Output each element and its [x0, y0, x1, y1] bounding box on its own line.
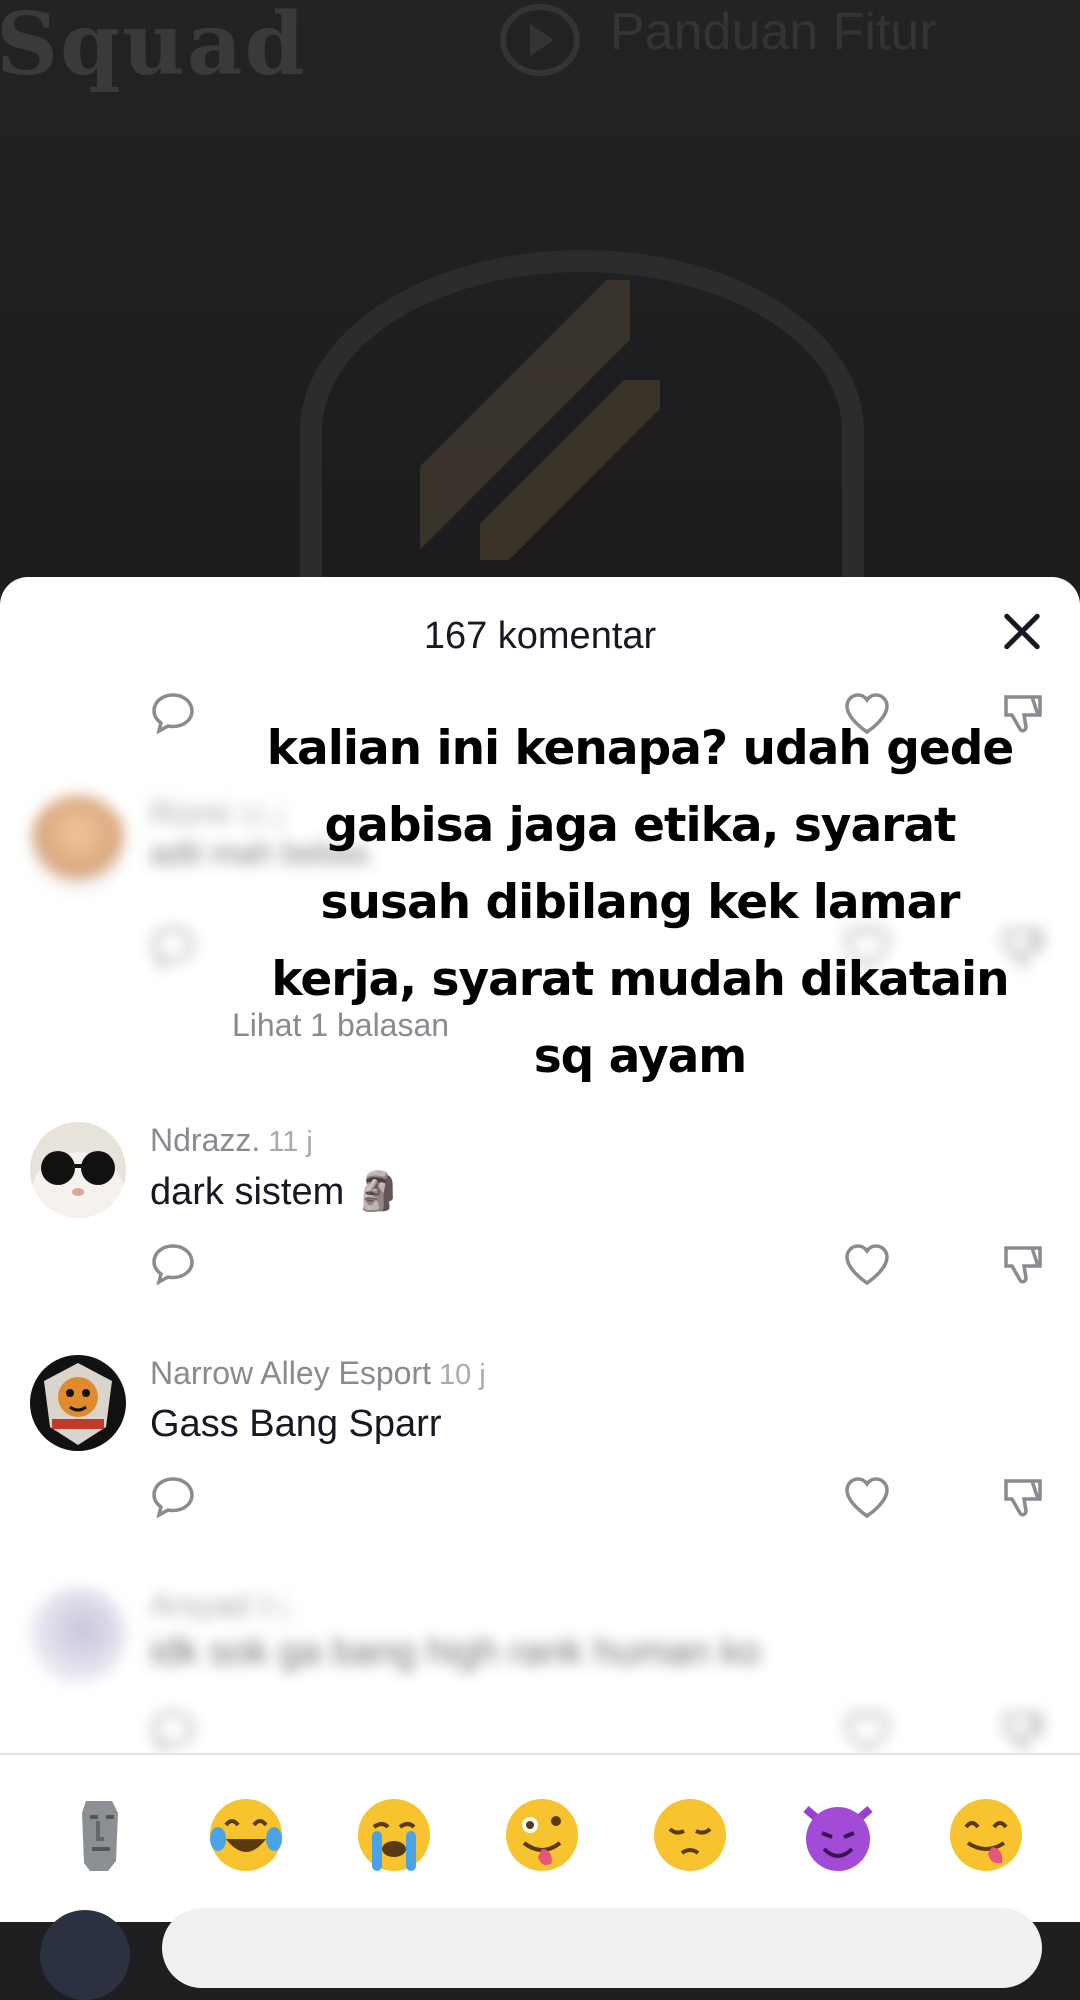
dislike-icon[interactable]: [998, 1473, 1048, 1521]
caption-overlay: kalian ini kenapa? udah gede gabisa jaga…: [266, 721, 1015, 1084]
lightning-icon-lower: [480, 380, 660, 560]
comment-meta: Arsyad 9 j: [150, 1587, 288, 1624]
avatar[interactable]: [30, 795, 126, 891]
dislike-icon[interactable]: [998, 1707, 1048, 1755]
pensive-face-emoji[interactable]: [650, 1795, 730, 1875]
sheet-header: 167 komentar: [0, 577, 1080, 677]
comment-time: 11 j: [268, 1126, 313, 1158]
comment-username[interactable]: Ndrazz.: [150, 1122, 260, 1158]
avatar[interactable]: [30, 1587, 126, 1683]
heart-icon[interactable]: [842, 1240, 892, 1288]
comment-time: 10 j: [438, 1359, 486, 1391]
reply-icon[interactable]: [148, 1473, 198, 1521]
reply-icon[interactable]: [148, 1240, 198, 1288]
emoji-quick-bar: [0, 1753, 1080, 1922]
smiling-devil-emoji[interactable]: [798, 1795, 878, 1875]
comment-text: dark sistem 🗿: [150, 1171, 403, 1213]
play-circle-icon: [500, 4, 580, 76]
comment-username[interactable]: Rizmi: [150, 795, 230, 831]
savoring-food-emoji[interactable]: [946, 1795, 1026, 1875]
moai-emoji[interactable]: [60, 1795, 140, 1875]
comment-actions: [0, 1473, 1080, 1523]
zany-face-emoji[interactable]: [502, 1795, 582, 1875]
comment-count-title: 167 komentar: [423, 615, 657, 657]
comment-item: Ndrazz. 11 j dark sistem 🗿: [0, 1122, 1080, 1292]
comment-username[interactable]: Arsyad: [150, 1587, 250, 1623]
loudly-crying-emoji[interactable]: [354, 1795, 434, 1875]
comment-actions: [0, 1240, 1080, 1290]
comment-time: 9 j: [257, 1591, 289, 1623]
reply-icon[interactable]: [148, 923, 198, 971]
comment-meta: Ndrazz. 11 j: [150, 1122, 313, 1159]
close-icon[interactable]: [1000, 609, 1044, 653]
comment-input-row: [0, 1900, 1080, 2000]
comment-actions: [0, 1707, 1080, 1757]
heart-icon[interactable]: [842, 1473, 892, 1521]
comment-item: Arsyad 9 j idk sok ga bang high rank huma…: [0, 1587, 1080, 1757]
comment-item: Narrow Alley Esport 10 j Gass Bang Sparr: [0, 1355, 1080, 1525]
comment-meta: Narrow Alley Esport 10 j: [150, 1355, 486, 1392]
heart-icon[interactable]: [842, 1707, 892, 1755]
comment-username[interactable]: Narrow Alley Esport: [150, 1355, 431, 1391]
avatar[interactable]: [30, 1122, 126, 1218]
avatar[interactable]: [30, 1355, 126, 1451]
dislike-icon[interactable]: [998, 1240, 1048, 1288]
reply-icon[interactable]: [148, 1707, 198, 1755]
comment-text: idk sok ga bang high rank human ko: [150, 1631, 761, 1673]
reply-icon[interactable]: [148, 689, 198, 737]
tears-of-joy-emoji[interactable]: [206, 1795, 286, 1875]
video-background: Squad Panduan Fitur: [0, 0, 1080, 590]
background-brand-text: Squad: [0, 0, 307, 95]
comment-input[interactable]: [162, 1908, 1042, 1988]
comment-text: Gass Bang Sparr: [150, 1403, 442, 1445]
background-guide-text: Panduan Fitur: [610, 3, 937, 61]
user-avatar[interactable]: [40, 1910, 130, 2000]
